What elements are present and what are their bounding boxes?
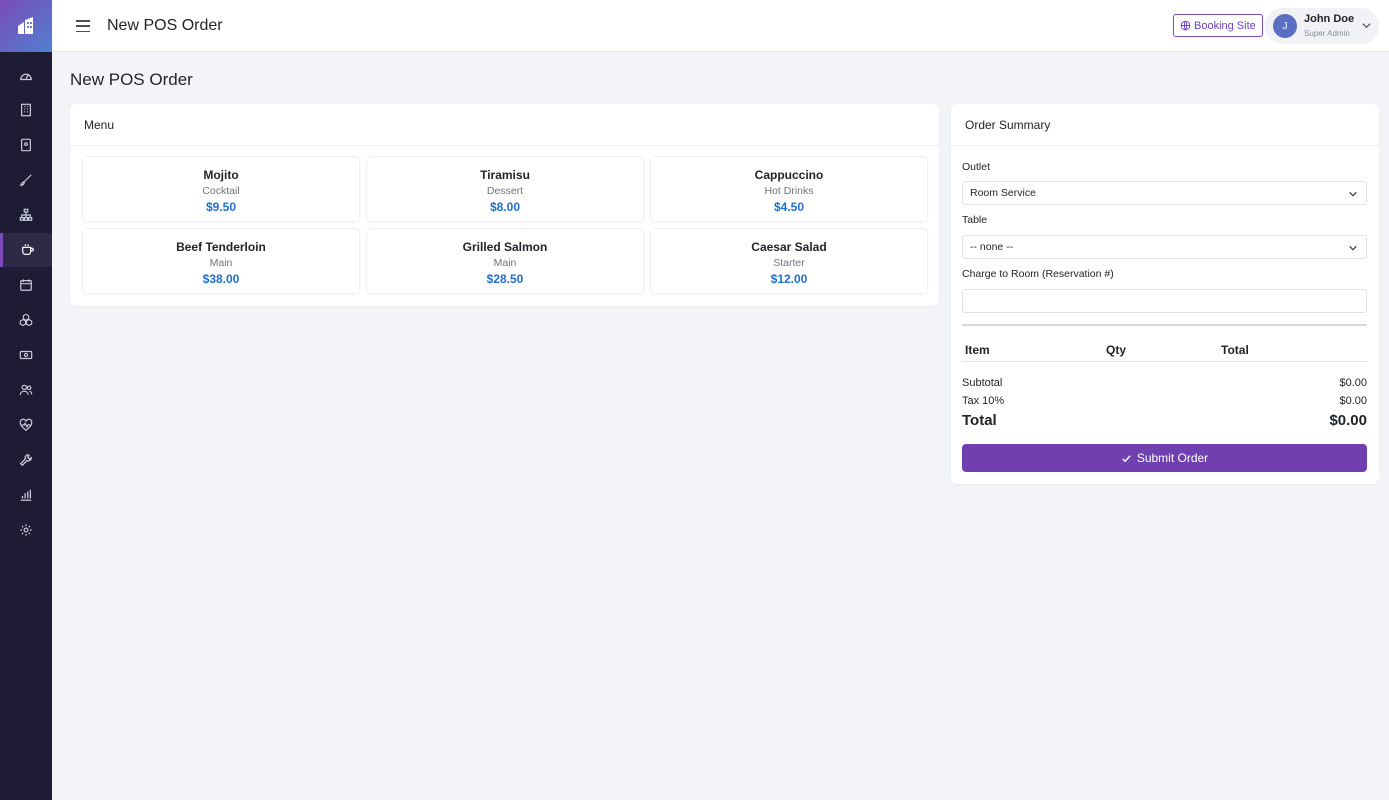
menu-item-caesar-salad[interactable]: Caesar Salad Starter $12.00 [650,228,928,294]
menu-item-name: Beef Tenderloin [176,240,266,254]
menu-item-name: Grilled Salmon [462,240,548,254]
menu-item-beef-tenderloin[interactable]: Beef Tenderloin Main $38.00 [82,228,360,294]
menu-item-name: Tiramisu [480,168,530,182]
page-title: New POS Order [70,70,193,89]
gear-icon [20,524,32,536]
sidebar-item-calendar[interactable] [0,268,52,302]
topbar: New POS Order Booking Site J John Doe Su… [52,0,1389,52]
boxes-icon [19,313,33,327]
menu-item-name: Mojito [203,168,239,182]
chevron-down-icon [1349,245,1357,251]
menu-item-category: Starter [773,257,805,269]
hamburger-menu-icon[interactable] [74,17,92,35]
menu-item-price: $9.50 [205,200,237,214]
door-icon [21,138,31,152]
menu-item-cappuccino[interactable]: Cappuccino Hot Drinks $4.50 [650,156,928,222]
sidebar-item-maintenance[interactable] [0,443,52,477]
total-value: $0.00 [1329,412,1367,429]
subtotal-label: Subtotal [962,377,1003,389]
tax-row: Tax 10% $0.00 [962,395,1367,407]
charge-to-room-label: Charge to Room (Reservation #) [962,268,1114,280]
menu-item-category: Main [209,257,233,269]
subtotal-value: $0.00 [1339,377,1367,389]
order-summary-header: Order Summary [951,104,1379,146]
heart-pulse-icon [19,418,33,432]
sidebar-item-housekeeping[interactable] [0,163,52,197]
sidebar-item-amenities[interactable] [0,303,52,337]
sidebar-item-health[interactable] [0,408,52,442]
divider [962,324,1367,326]
user-menu[interactable]: J John Doe Super Admin [1265,8,1379,44]
chevron-down-icon [1362,23,1371,29]
tax-value: $0.00 [1339,395,1367,407]
sidebar-item-reports[interactable] [0,478,52,512]
total-label: Total [962,412,997,429]
menu-item-category: Main [493,257,517,269]
table-label: Table [962,214,988,226]
cash-icon [19,350,33,360]
sidebar-item-hierarchy[interactable] [0,198,52,232]
brush-icon [19,174,32,186]
table-header-divider [962,361,1367,362]
sidebar-item-properties[interactable] [0,93,52,127]
charge-to-room-input[interactable] [962,289,1367,313]
menu-item-price: $8.00 [489,200,521,214]
booking-site-label: Booking Site [1194,19,1256,32]
table-select[interactable]: -- none -- [962,235,1367,259]
building-logo-icon [18,17,33,34]
menu-item-price: $38.00 [202,272,240,286]
outlet-label: Outlet [962,161,991,173]
tax-label: Tax 10% [962,395,1005,407]
sidebar [0,0,52,800]
sidebar-item-pos[interactable] [0,233,52,267]
user-role: Super Admin [1304,29,1350,38]
chevron-down-icon [1349,191,1357,197]
topbar-title: New POS Order [107,17,223,34]
sitemap-icon [19,208,33,221]
menu-item-price: $4.50 [773,200,805,214]
submit-order-label: Submit Order [1136,451,1209,465]
bar-chart-icon [20,489,32,501]
column-header-qty: Qty [1106,343,1127,357]
sidebar-item-guests[interactable] [0,373,52,407]
menu-card: Menu Mojito Cocktail $9.50 Tiramisu Dess… [70,104,939,306]
sidebar-item-rooms[interactable] [0,128,52,162]
menu-item-category: Cocktail [202,185,240,197]
menu-grid: Mojito Cocktail $9.50 Tiramisu Dessert $… [82,156,928,294]
menu-item-grilled-salmon[interactable]: Grilled Salmon Main $28.50 [366,228,644,294]
submit-order-button[interactable]: Submit Order [962,444,1367,472]
outlet-select[interactable]: Room Service [962,181,1367,205]
globe-icon [1180,20,1191,31]
booking-site-button[interactable]: Booking Site [1173,14,1263,37]
menu-item-price: $28.50 [486,272,524,286]
avatar: J [1273,14,1297,38]
sidebar-item-settings[interactable] [0,513,52,547]
wrench-icon [19,454,32,467]
calendar-icon [20,279,32,291]
menu-item-price: $12.00 [770,272,808,286]
menu-item-name: Caesar Salad [751,240,827,254]
menu-item-mojito[interactable]: Mojito Cocktail $9.50 [82,156,360,222]
sidebar-item-payments[interactable] [0,338,52,372]
outlet-select-value: Room Service [970,187,1036,199]
user-name: John Doe [1304,13,1355,25]
check-icon [1122,454,1131,462]
menu-item-tiramisu[interactable]: Tiramisu Dessert $8.00 [366,156,644,222]
table-select-value: -- none -- [970,241,1014,253]
order-summary-card: Order Summary Outlet Room Service Table … [951,104,1379,484]
menu-item-category: Hot Drinks [764,185,814,197]
gauge-icon [20,73,32,81]
users-icon [19,384,33,395]
column-header-total: Total [1221,343,1249,357]
subtotal-row: Subtotal $0.00 [962,377,1367,389]
column-header-item: Item [965,343,990,357]
brand-logo[interactable] [0,0,52,52]
menu-item-name: Cappuccino [754,168,824,182]
building-icon [21,103,31,117]
coffee-cup-icon [21,244,34,255]
sidebar-item-dashboard[interactable] [0,59,52,93]
menu-header: Menu [70,104,939,146]
menu-item-category: Dessert [486,185,524,197]
total-row: Total $0.00 [962,412,1367,429]
